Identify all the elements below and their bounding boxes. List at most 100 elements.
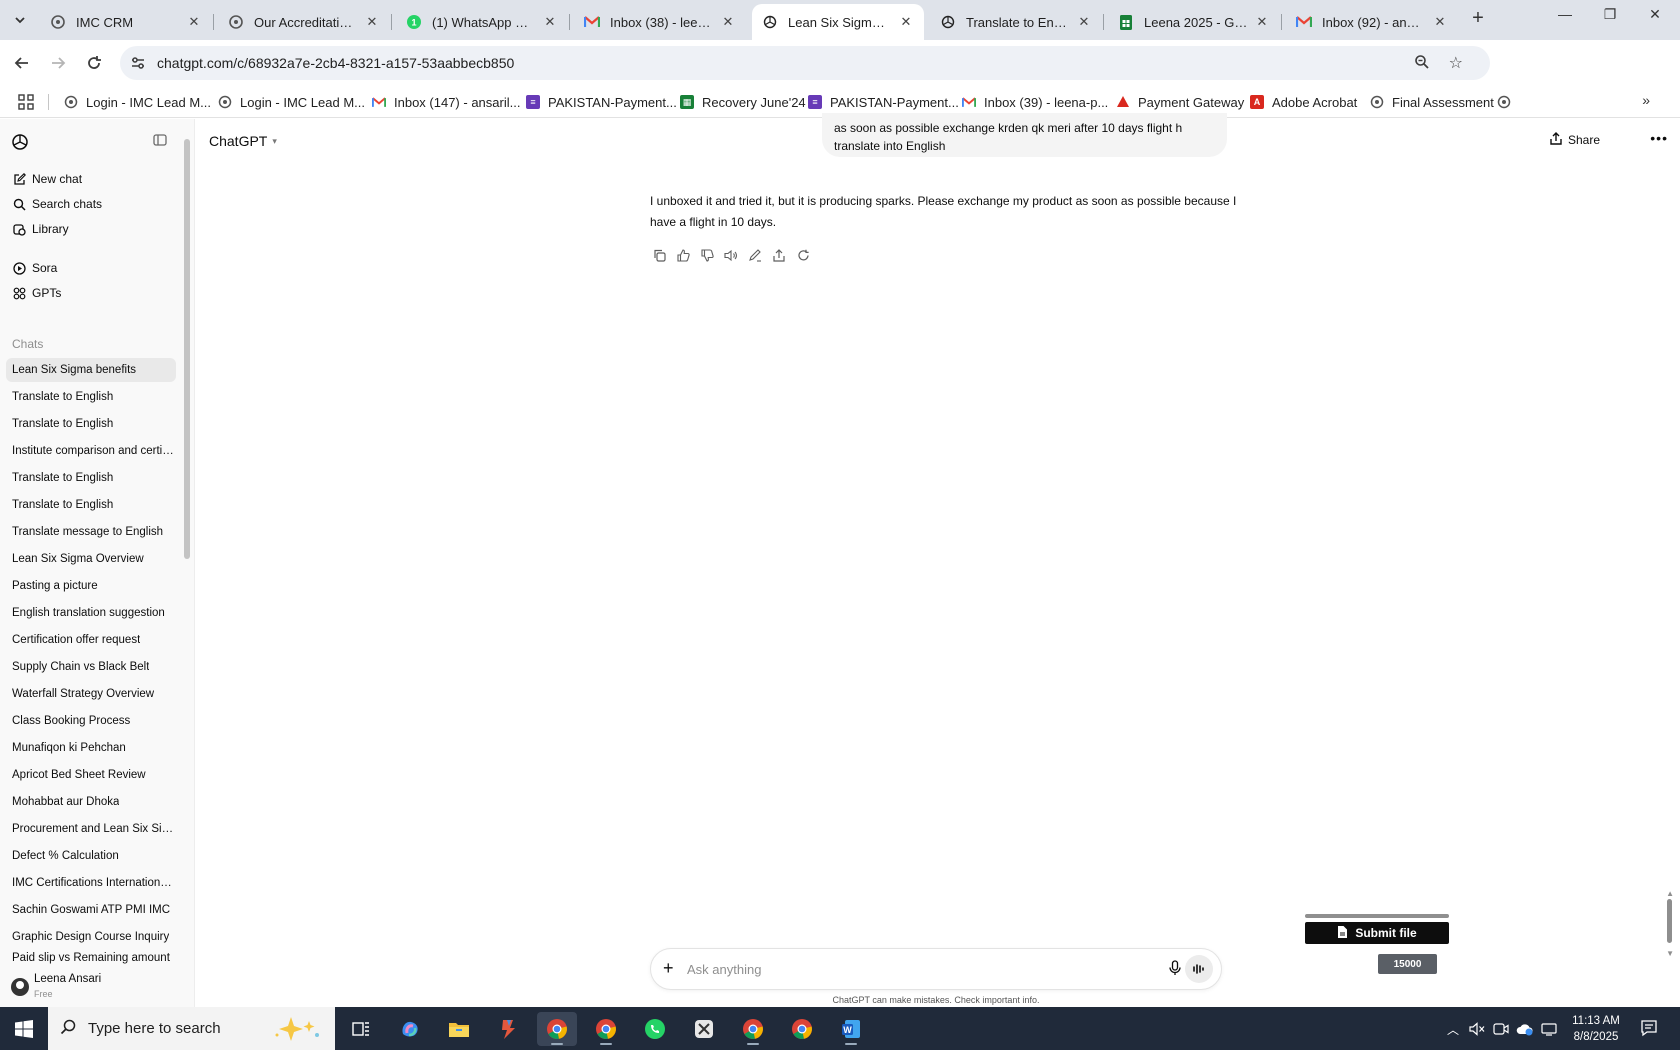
regenerate-icon[interactable] [795,247,811,263]
gpts-button[interactable]: GPTs [12,283,61,303]
thumbs-down-icon[interactable] [699,247,715,263]
bookmark-item[interactable]: ▦ Recovery June'24 [680,92,806,112]
chat-history-item[interactable]: Munafiqon ki Pehchan [6,736,176,760]
address-bar[interactable]: chatgpt.com/c/68932a7e-2cb4-8321-a157-53… [120,46,1490,80]
close-icon[interactable]: ✕ [1254,14,1270,30]
prompt-input[interactable] [687,959,1107,979]
sidebar-toggle-icon[interactable] [153,133,167,150]
close-icon[interactable]: ✕ [1432,14,1448,30]
chrome-profile-2-icon[interactable] [586,1012,626,1046]
chat-history-item[interactable]: Translate to English [6,466,176,490]
chat-history-item[interactable]: Lean Six Sigma Overview [6,547,176,571]
chat-history-item[interactable]: Sachin Goswami ATP PMI IMC [6,898,176,922]
scroll-down-arrow-icon[interactable]: ▼ [1666,949,1674,958]
tab-lean-six-sigma[interactable]: Lean Six Sigma benefits ✕ [752,4,924,40]
chat-history-item[interactable]: Waterfall Strategy Overview [6,682,176,706]
zoom-icon[interactable] [1414,54,1430,73]
tab-search-chevron-icon[interactable] [8,8,32,32]
apps-grid-icon[interactable] [18,94,34,113]
minimize-button[interactable]: — [1545,6,1585,22]
openai-logo-icon[interactable] [11,133,29,154]
copy-icon[interactable] [651,247,667,263]
tab-imc-crm[interactable]: IMC CRM ✕ [40,4,212,40]
reload-button[interactable] [82,51,106,75]
chrome-profile-3-icon[interactable] [733,1012,773,1046]
start-button[interactable] [0,1007,48,1050]
bookmarks-overflow-chevron-icon[interactable]: » [1642,92,1650,108]
whatsapp-taskbar-icon[interactable] [635,1012,675,1046]
read-aloud-icon[interactable] [723,247,739,263]
task-view-icon[interactable] [341,1012,381,1046]
site-settings-icon[interactable] [130,55,146,74]
tab-gmail-inbox[interactable]: Inbox (38) - leena-p ✕ [574,4,746,40]
copilot-icon[interactable] [390,1012,430,1046]
close-icon[interactable]: ✕ [542,14,558,30]
bookmark-item[interactable]: Final Assessment [1370,92,1494,112]
chat-history-item[interactable]: Apricot Bed Sheet Review [6,763,176,787]
voice-mode-button[interactable] [1185,955,1213,983]
sora-button[interactable]: Sora [12,258,57,278]
close-window-button[interactable]: ✕ [1635,6,1675,23]
bookmark-item[interactable]: Inbox (147) - ansaril... [372,92,520,112]
bookmark-star-icon[interactable]: ☆ [1449,53,1463,73]
system-clock[interactable]: 11:13 AM 8/8/2025 [1560,1013,1632,1045]
new-tab-button[interactable]: + [1465,7,1491,30]
chat-history-item[interactable]: Lean Six Sigma benefits [6,358,176,382]
taskbar-search-box[interactable]: Type here to search [48,1007,335,1050]
bookmark-item[interactable]: A Adobe Acrobat [1250,92,1357,112]
chat-history-item[interactable]: Translate to English [6,412,176,436]
new-chat-button[interactable]: New chat [12,169,82,189]
chat-history-item[interactable]: IMC Certifications International ... [6,871,176,895]
tab-translate-to-english[interactable]: Translate to English ✕ [930,4,1102,40]
scroll-up-arrow-icon[interactable]: ▲ [1666,889,1674,898]
chat-history-item[interactable]: Procurement and Lean Six Sigma [6,817,176,841]
chat-history-item[interactable]: Translate to English [6,493,176,517]
tray-overflow-chevron-icon[interactable]: ︿ [1444,1020,1462,1038]
library-button[interactable]: Library [12,219,69,239]
tab-google-sheets[interactable]: Leena 2025 - Google Sheets ✕ [1108,4,1280,40]
chat-history-item[interactable]: Mohabbat aur Dhoka [6,790,176,814]
chat-history-item[interactable]: Paid slip vs Remaining amount [6,952,176,966]
chrome-taskbar-icon-active[interactable] [537,1012,577,1046]
chat-history-item[interactable]: Class Booking Process [6,709,176,733]
chat-history-item[interactable]: Pasting a picture [6,574,176,598]
chat-history-item[interactable]: Translate message to English [6,520,176,544]
more-options-icon[interactable]: ••• [1650,130,1668,146]
microphone-icon[interactable] [1169,960,1181,979]
bookmark-item[interactable]: Login - IMC Lead M... [64,92,211,112]
close-icon[interactable]: ✕ [364,14,380,30]
chat-history-item[interactable]: Institute comparison and certifi... [6,439,176,463]
close-icon[interactable]: ✕ [186,14,202,30]
chat-history-item[interactable]: English translation suggestion [6,601,176,625]
conversation-scrollbar[interactable] [1667,899,1672,943]
search-chats-button[interactable]: Search chats [12,194,102,214]
close-icon[interactable]: ✕ [720,14,736,30]
bookmark-item[interactable]: ≡ PAKISTAN-Payment... [808,92,959,112]
share-button[interactable]: Share [1550,132,1600,148]
close-icon[interactable]: ✕ [898,14,914,30]
user-profile-button[interactable]: Leena Ansari Free [0,967,194,1007]
sparkles-icon[interactable] [269,1015,325,1046]
plus-icon[interactable]: + [663,958,674,979]
bookmark-item-overflow[interactable] [1497,92,1519,112]
chat-history-item[interactable]: Supply Chain vs Black Belt [6,655,176,679]
restore-button[interactable]: ❐ [1590,6,1630,23]
tab-whatsapp-business[interactable]: 1 (1) WhatsApp Business ✕ [396,4,568,40]
word-icon[interactable]: W [831,1012,871,1046]
bookmark-item[interactable]: Inbox (39) - leena-p... [962,92,1108,112]
meet-now-icon[interactable] [1492,1020,1510,1038]
notification-center-icon[interactable] [1640,1019,1658,1040]
share-icon[interactable] [771,247,787,263]
sidebar-scrollbar[interactable] [184,139,190,559]
file-explorer-icon[interactable] [439,1012,479,1046]
tab-gmail-inbox-2[interactable]: Inbox (92) - ansarileena ✕ [1286,4,1458,40]
thumbs-up-icon[interactable] [675,247,691,263]
submit-file-button[interactable]: Submit file [1305,922,1449,944]
app-launcher-icon[interactable] [488,1012,528,1046]
close-icon[interactable]: ✕ [1076,14,1092,30]
volume-muted-icon[interactable] [1468,1020,1486,1038]
back-button[interactable] [10,51,34,75]
forward-button[interactable] [46,51,70,75]
chat-history-item[interactable]: Defect % Calculation [6,844,176,868]
chat-history-item[interactable]: Certification offer request [6,628,176,652]
